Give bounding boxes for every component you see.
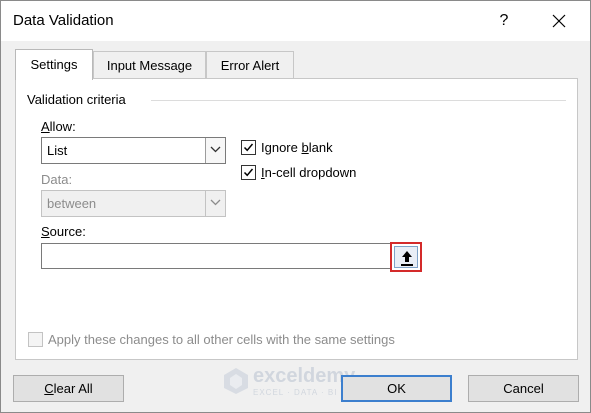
tab-settings[interactable]: Settings [15, 49, 93, 80]
title-bar: Data Validation ? [1, 1, 590, 41]
allow-label: Allow: [41, 119, 76, 134]
help-button[interactable]: ? [491, 9, 517, 33]
in-cell-dropdown-label: In-cell dropdown [261, 165, 357, 180]
checkmark-icon [243, 143, 254, 152]
allow-select[interactable]: List [41, 137, 226, 164]
dialog-title: Data Validation [13, 12, 114, 29]
collapse-arrow-icon [401, 251, 413, 266]
apply-all-checkbox [28, 332, 43, 347]
watermark-tagline: EXCEL · DATA · BI [253, 388, 338, 397]
close-icon [552, 14, 566, 28]
in-cell-dropdown-checkbox[interactable] [241, 165, 256, 180]
ok-button[interactable]: OK [341, 375, 452, 402]
chevron-down-icon [210, 199, 221, 206]
cancel-button[interactable]: Cancel [468, 375, 579, 402]
tab-input-message[interactable]: Input Message [93, 51, 206, 79]
data-select: between [41, 190, 226, 217]
collapse-dialog-button[interactable] [390, 242, 422, 272]
allow-select-value: List [47, 143, 68, 158]
data-validation-dialog: Data Validation ? Settings Input Message… [0, 0, 591, 413]
exceldemy-logo-icon [224, 368, 248, 394]
source-input[interactable] [41, 243, 421, 269]
group-divider [151, 100, 566, 101]
data-label: Data: [41, 172, 73, 187]
checkmark-icon [243, 168, 254, 177]
settings-panel: Validation criteria Allow: List Data: be… [15, 78, 578, 360]
data-select-value: between [47, 196, 97, 211]
data-dropdown-arrow [205, 191, 225, 216]
close-button[interactable] [545, 9, 573, 33]
watermark-name: exceldemy [253, 365, 356, 387]
source-label: Source: [41, 224, 86, 239]
allow-dropdown-arrow[interactable] [205, 138, 225, 163]
tab-error-alert[interactable]: Error Alert [206, 51, 294, 79]
ignore-blank-checkbox[interactable] [241, 140, 256, 155]
ignore-blank-label: Ignore blank [261, 140, 333, 155]
clear-all-button[interactable]: Clear All [13, 375, 124, 402]
validation-criteria-label: Validation criteria [27, 92, 130, 107]
chevron-down-icon [210, 146, 221, 153]
apply-all-label: Apply these changes to all other cells w… [48, 332, 395, 347]
